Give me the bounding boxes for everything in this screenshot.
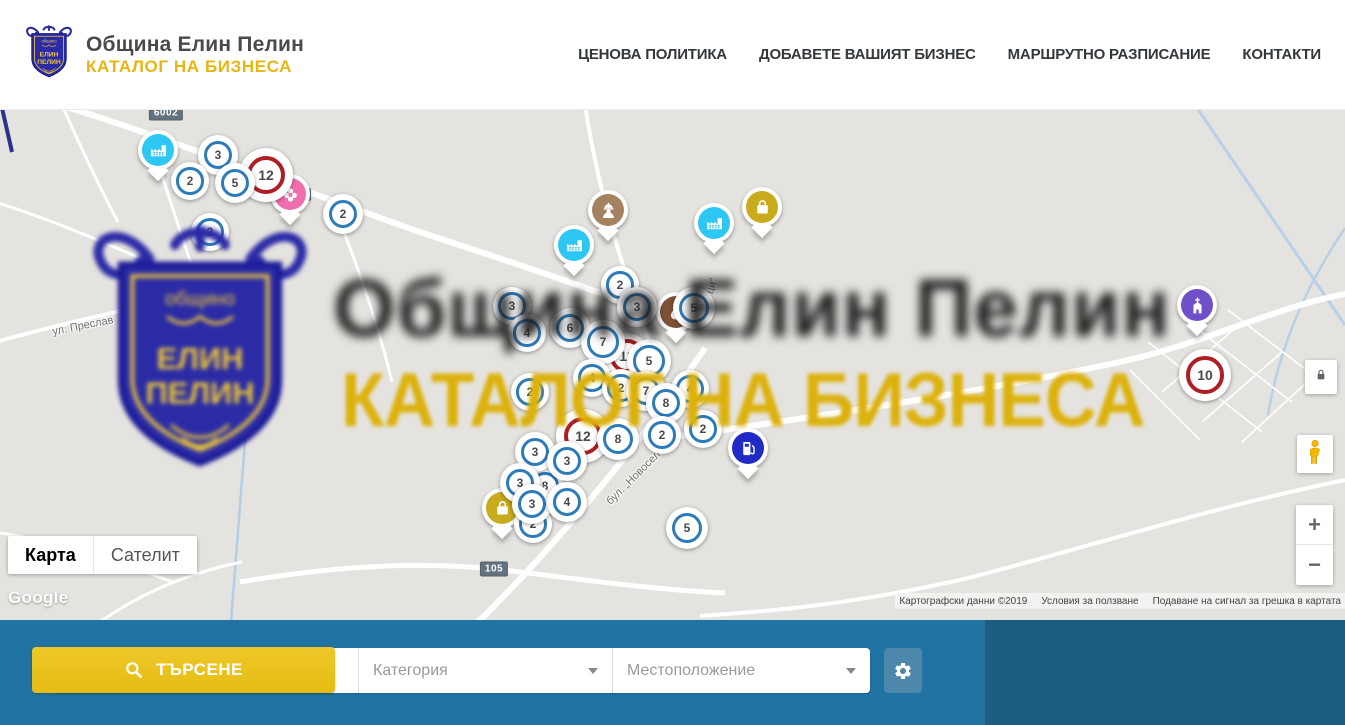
cluster-count: 6 [567,321,574,335]
cluster-count: 4 [524,326,531,340]
cluster-marker-4[interactable]: 4 [508,314,546,352]
pegman-icon [1304,439,1326,470]
zoom-in-button[interactable]: + [1296,505,1333,545]
cluster-count: 3 [532,445,539,459]
map-type-control: Карта Сателит [8,536,197,574]
cluster-marker-10[interactable]: 10 [1179,349,1231,401]
cluster-count: 2 [527,385,534,399]
cluster-count: 3 [564,454,571,468]
cluster-marker-2[interactable]: 2 [191,213,229,251]
header: общино ЕЛИН ПЕЛИН Община Елин Пелин КАТА… [0,0,1345,110]
cluster-count: 2 [207,225,214,239]
cluster-count: 2 [187,174,194,188]
cluster-count: 2 [700,422,707,436]
nav-item-route-schedule[interactable]: МАРШРУТНО РАЗПИСАНИЕ [1008,46,1211,63]
search-bar: Категория Местоположение ТЪРСЕНЕ [0,620,1345,725]
municipality-logo[interactable]: общино ЕЛИН ПЕЛИН [24,21,74,89]
nav-item-contacts[interactable]: КОНТАКТИ [1242,46,1321,63]
cluster-marker-2[interactable]: 2 [171,162,209,200]
category-placeholder: Категория [373,662,448,680]
cluster-marker-2[interactable]: 2 [643,416,681,454]
cluster-count: 4 [687,382,694,396]
page: общино ЕЛИН ПЕЛИН Община Елин Пелин КАТА… [0,0,1345,725]
site-subtitle: КАТАЛОГ НА БИЗНЕСА [86,57,304,77]
cluster-count: 3 [529,497,536,511]
map-type-map-button[interactable]: Карта [8,536,93,574]
cluster-count: 5 [646,354,653,368]
search-icon [124,660,144,680]
cluster-marker-8[interactable]: 8 [597,418,639,460]
cluster-count: 2 [659,428,666,442]
cluster-count: 2 [617,278,624,292]
map-type-satellite-button[interactable]: Сателит [93,536,197,574]
main-nav: ЦЕНОВА ПОЛИТИКА ДОБАВЕТЕ ВАШИЯТ БИЗНЕС МАР… [578,46,1321,63]
cluster-count: 8 [663,396,670,410]
attribution-copyright: Картографски данни ©2019 [899,596,1027,607]
cluster-marker-5[interactable]: 5 [666,507,708,549]
advanced-search-button[interactable] [884,648,922,693]
site-title: Община Елин Пелин [86,33,304,57]
cluster-count: 4 [589,371,596,385]
svg-text:общино: общино [41,38,57,43]
svg-text:ПЕЛИН: ПЕЛИН [37,58,61,65]
map-attribution: Картографски данни ©2019 Условия за полз… [895,593,1345,609]
map[interactable]: 6002105ул. Преславбул. „Новоселци“ 12325… [0,110,1345,620]
location-select[interactable]: Местоположение [612,648,870,693]
cluster-count: 7 [600,335,607,349]
cluster-marker-2[interactable]: 2 [511,373,549,411]
brand: Община Елин Пелин КАТАЛОГ НА БИЗНЕСА [86,33,304,77]
google-logo[interactable]: Google [8,588,68,608]
search-button-panel [985,620,1345,725]
lock-control[interactable] [1305,360,1337,394]
cluster-marker-3[interactable]: 3 [547,441,587,481]
cluster-count: 5 [684,521,691,535]
cluster-marker-3[interactable]: 3 [512,484,552,524]
cluster-count: 3 [215,148,222,162]
zoom-out-button[interactable]: − [1296,545,1333,585]
cluster-count: 12 [258,167,274,183]
map-clusters-layer: 12325222335461375427482212828233334510 [0,110,1345,620]
pegman-control[interactable] [1297,435,1333,473]
cluster-count: 3 [634,300,641,314]
cluster-count: 5 [232,176,239,190]
chevron-down-icon [588,668,598,674]
report-error-link[interactable]: Подаване на сигнал за грешка в картата [1153,596,1341,607]
chevron-down-icon [846,668,856,674]
cluster-count: 2 [340,207,347,221]
lock-icon [1313,367,1329,388]
search-button[interactable]: ТЪРСЕНЕ [32,647,335,693]
gear-icon [893,661,913,681]
cluster-marker-5[interactable]: 5 [215,163,255,203]
cluster-marker-7[interactable]: 7 [581,320,625,364]
cluster-count: 10 [1197,367,1213,383]
cluster-count: 3 [509,299,516,313]
cluster-marker-3[interactable]: 3 [617,287,657,327]
category-select[interactable]: Категория [358,648,612,693]
cluster-marker-2[interactable]: 2 [323,194,363,234]
cluster-marker-4[interactable]: 4 [547,482,587,522]
cluster-marker-5[interactable]: 5 [673,287,715,329]
zoom-control: + − [1296,505,1333,585]
search-button-label: ТЪРСЕНЕ [156,660,243,680]
cluster-count: 4 [564,495,571,509]
cluster-count: 2 [618,381,625,395]
location-placeholder: Местоположение [627,662,755,680]
nav-item-pricing[interactable]: ЦЕНОВА ПОЛИТИКА [578,46,727,63]
nav-item-add-business[interactable]: ДОБАВЕТЕ ВАШИЯТ БИЗНЕС [759,46,976,63]
cluster-count: 12 [575,428,591,444]
cluster-count: 8 [615,432,622,446]
svg-text:ЕЛИН: ЕЛИН [40,51,59,58]
cluster-count: 5 [691,301,698,315]
terms-link[interactable]: Условия за ползване [1041,596,1138,607]
cluster-marker-2[interactable]: 2 [684,410,722,448]
